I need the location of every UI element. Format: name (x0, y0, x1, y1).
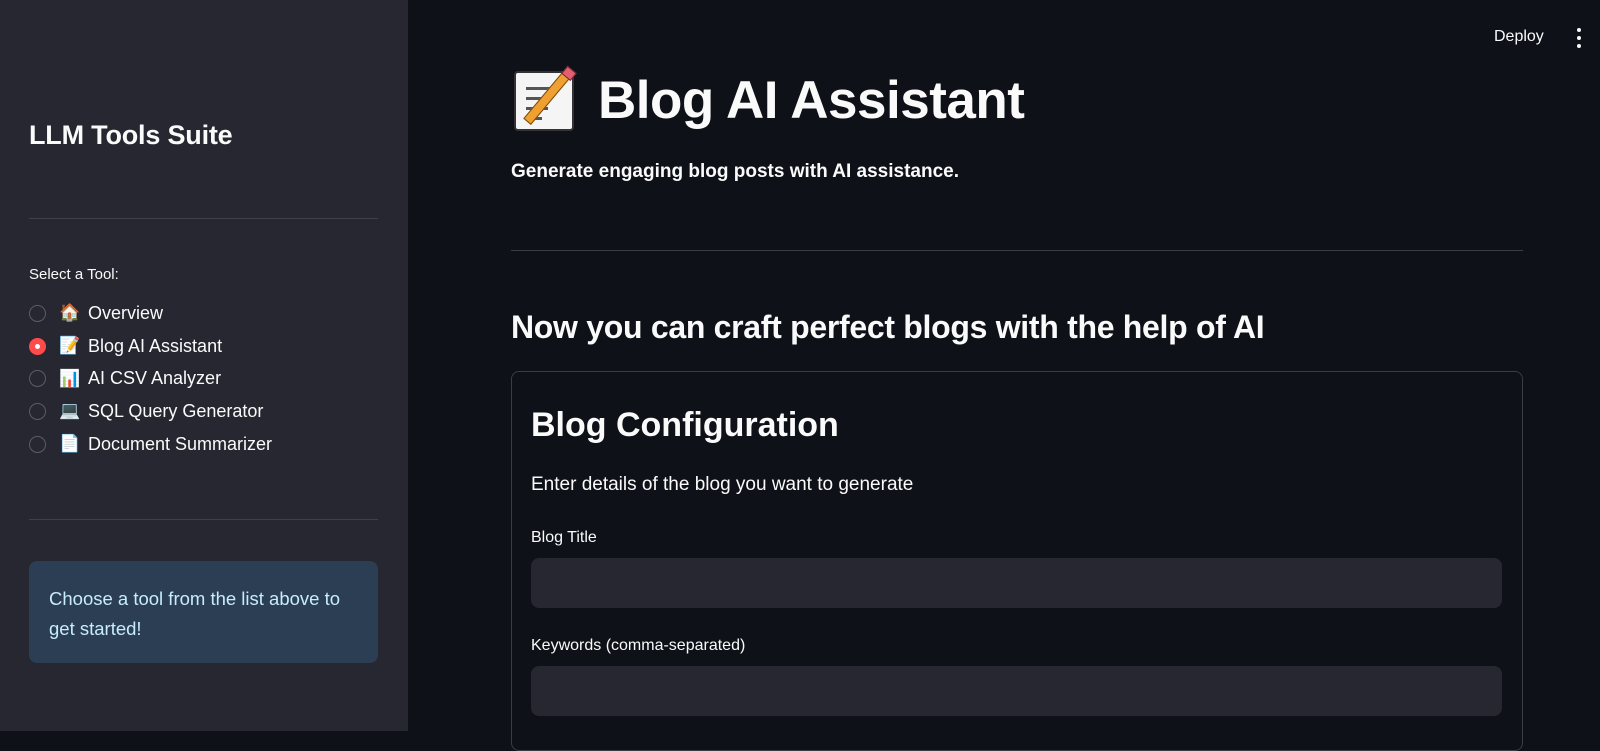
memo-icon: 📝 (59, 336, 81, 356)
sidebar-title: LLM Tools Suite (29, 120, 233, 150)
blog-title-input[interactable] (531, 558, 1502, 608)
main-divider (511, 250, 1523, 251)
house-icon: 🏠 (59, 303, 81, 323)
tool-option-label: SQL Query Generator (88, 400, 264, 421)
tool-select-label: Select a Tool: (29, 266, 119, 283)
page-title: Blog AI Assistant (598, 71, 1025, 130)
tool-option-ai-csv-analyzer[interactable]: 📊 AI CSV Analyzer (29, 362, 272, 395)
page-title-row: Blog AI Assistant (514, 70, 1025, 131)
tool-option-label: Document Summarizer (88, 433, 273, 454)
laptop-icon: 💻 (59, 401, 81, 421)
section-heading: Now you can craft perfect blogs with the… (511, 309, 1265, 345)
radio-button[interactable] (29, 402, 46, 420)
tool-option-label: AI CSV Analyzer (88, 368, 222, 389)
config-title: Blog Configuration (531, 406, 839, 444)
memo-icon (514, 70, 574, 131)
bar-chart-icon: 📊 (59, 368, 81, 388)
sidebar-divider (29, 519, 378, 520)
tool-option-document-summarizer[interactable]: 📄 Document Summarizer (29, 428, 272, 461)
tool-option-label: Blog AI Assistant (88, 335, 223, 356)
sidebar-divider (29, 218, 378, 219)
deploy-button[interactable]: Deploy (1494, 28, 1544, 46)
radio-button[interactable] (29, 304, 46, 322)
tool-option-label: Overview (88, 302, 164, 323)
radio-button[interactable] (29, 435, 46, 453)
radio-button[interactable] (29, 370, 46, 388)
document-icon: 📄 (59, 434, 81, 454)
tool-option-sql-query-generator[interactable]: 💻 SQL Query Generator (29, 395, 272, 428)
keywords-label: Keywords (comma-separated) (531, 637, 746, 654)
config-description: Enter details of the blog you want to ge… (531, 474, 914, 495)
keywords-input[interactable] (531, 666, 1502, 716)
sidebar: LLM Tools Suite Select a Tool: 🏠 Overvie… (0, 0, 408, 731)
blog-title-label: Blog Title (531, 529, 597, 546)
info-box: Choose a tool from the list above to get… (29, 561, 378, 663)
tool-radio-group: 🏠 Overview 📝 Blog AI Assistant 📊 AI CSV … (29, 297, 272, 460)
tool-option-overview[interactable]: 🏠 Overview (29, 297, 272, 330)
tool-option-blog-ai-assistant[interactable]: 📝 Blog AI Assistant (29, 330, 272, 363)
more-options-icon[interactable] (1576, 27, 1582, 51)
radio-button-selected[interactable] (29, 337, 46, 355)
page-subtitle: Generate engaging blog posts with AI ass… (511, 161, 960, 182)
